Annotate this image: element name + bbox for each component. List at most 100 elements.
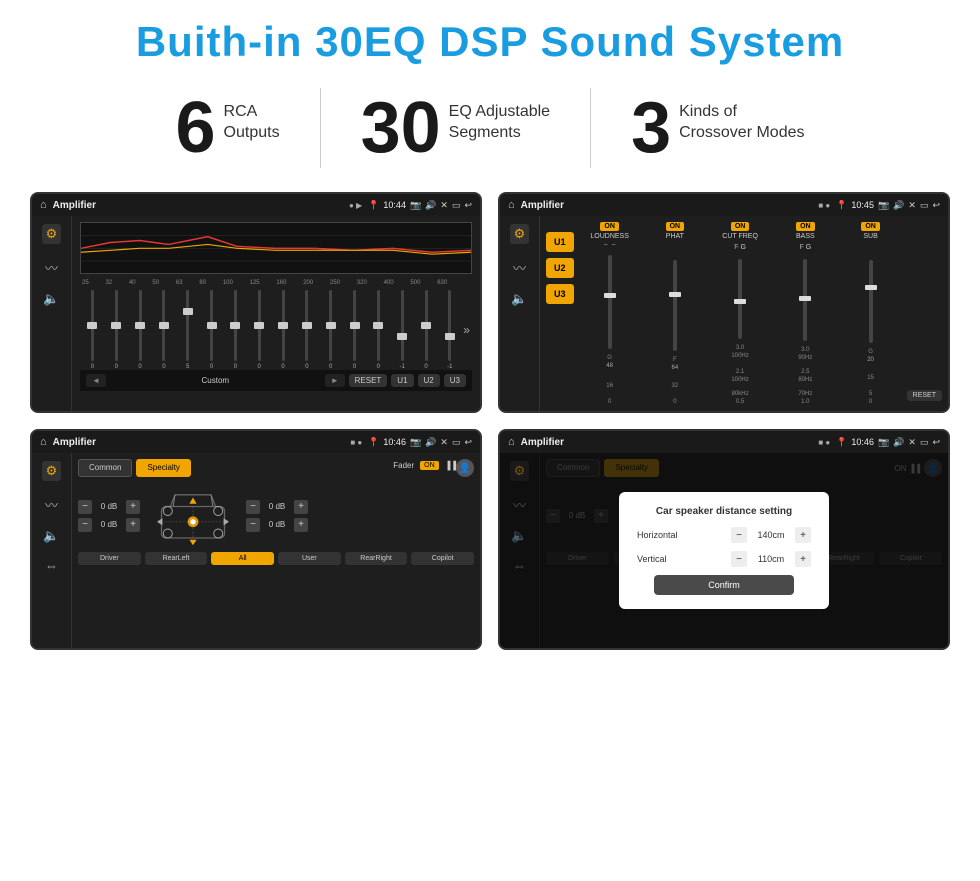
home-icon-specialty[interactable]: ⌂	[40, 436, 47, 448]
u3-button[interactable]: U3	[546, 284, 574, 304]
back-icon-dialog[interactable]: ↩	[932, 437, 940, 448]
amp-slider-loudness[interactable]	[608, 255, 612, 349]
eq-slider-8[interactable]: 0	[273, 290, 294, 370]
screen-specialty-title: Amplifier	[53, 437, 345, 448]
page-title: Buith-in 30EQ DSP Sound System	[30, 18, 950, 66]
user-button[interactable]: User	[278, 552, 341, 565]
eq-slider-13[interactable]: -1	[392, 290, 413, 370]
eq-slider-5[interactable]: 0	[201, 290, 222, 370]
amp-slider-cutfreq[interactable]	[738, 259, 742, 339]
volume-icon-amp: 🔊	[893, 200, 904, 211]
back-icon-specialty[interactable]: ↩	[464, 437, 472, 448]
eq-dot-icons: ● ▶	[349, 201, 362, 210]
screen-eq-content: ⚙ 〰 🔈	[32, 216, 480, 411]
dialog-vertical-minus[interactable]: −	[731, 551, 747, 567]
dialog-horizontal-label: Horizontal	[637, 530, 697, 540]
eq-reset-button[interactable]: RESET	[349, 374, 388, 387]
eq-slider-9[interactable]: 0	[296, 290, 317, 370]
amp-sidebar-icon-active[interactable]: ⚙	[510, 224, 530, 244]
copilot-button[interactable]: Copilot	[411, 552, 474, 565]
eq-u1-button[interactable]: U1	[391, 374, 413, 387]
screen-amp-title: Amplifier	[521, 200, 813, 211]
eq-slider-10[interactable]: 0	[320, 290, 341, 370]
speaker-layout: − 0 dB + − 0 dB +	[78, 483, 474, 548]
amp-slider-bass[interactable]	[803, 259, 807, 341]
fl-plus-button[interactable]: +	[126, 500, 140, 514]
u1-button[interactable]: U1	[546, 232, 574, 252]
eq-sidebar-icon-wave[interactable]: 〰	[45, 258, 58, 277]
amp-label-phat: PHAT	[666, 233, 684, 240]
dialog-vertical-stepper: − 110cm +	[731, 551, 811, 567]
location-icon-amp: 📍	[836, 200, 847, 211]
fader-on-badge[interactable]: ON	[420, 461, 439, 470]
camera-icon: 📷	[410, 200, 421, 211]
rearright-button[interactable]: RearRight	[345, 552, 408, 565]
amp-sidebar-icon-wave[interactable]: 〰	[513, 258, 526, 277]
amp-slider-phat[interactable]	[673, 260, 677, 351]
home-icon-dialog[interactable]: ⌂	[508, 436, 515, 448]
rr-minus-button[interactable]: −	[246, 518, 260, 532]
screenshots-grid: ⌂ Amplifier ● ▶ 📍 10:44 📷 🔊 ✕ ▭ ↩ ⚙ 〰 🔈	[30, 192, 950, 650]
specialty-sidebar-icon-active[interactable]: ⚙	[42, 461, 62, 481]
camera-icon-dialog: 📷	[878, 437, 889, 448]
specialty-sidebar-icon-wave[interactable]: 〰	[45, 495, 58, 514]
rearleft-button[interactable]: RearLeft	[145, 552, 208, 565]
fader-slider-mini[interactable]: ▐▐	[445, 461, 456, 470]
eq-prev-button[interactable]: ◄	[86, 374, 106, 387]
volume-icon: 🔊	[425, 200, 436, 211]
on-badge-sub[interactable]: ON	[861, 222, 880, 231]
amp-channel-sub: ON SUB G 20 15 5 0	[840, 222, 900, 405]
eq-slider-2[interactable]: 0	[130, 290, 151, 370]
on-badge-loudness[interactable]: ON	[600, 222, 619, 231]
eq-slider-1[interactable]: 0	[106, 290, 127, 370]
fr-minus-button[interactable]: −	[246, 500, 260, 514]
amp-slider-sub[interactable]	[869, 260, 873, 343]
back-icon[interactable]: ↩	[464, 200, 472, 211]
dialog-horizontal-plus[interactable]: +	[795, 527, 811, 543]
driver-button[interactable]: Driver	[78, 552, 141, 565]
eq-sidebar-icon-sound[interactable]: 🔈	[43, 291, 59, 307]
on-badge-bass[interactable]: ON	[796, 222, 815, 231]
back-icon-amp[interactable]: ↩	[932, 200, 940, 211]
u2-button[interactable]: U2	[546, 258, 574, 278]
profile-icon[interactable]: 👤	[456, 459, 474, 477]
on-badge-phat[interactable]: ON	[666, 222, 685, 231]
eq-slider-6[interactable]: 0	[225, 290, 246, 370]
rl-minus-button[interactable]: −	[78, 518, 92, 532]
eq-u2-button[interactable]: U2	[418, 374, 440, 387]
eq-slider-0[interactable]: 0	[82, 290, 103, 370]
eq-slider-15[interactable]: -1	[439, 290, 460, 370]
eq-slider-4[interactable]: 5	[177, 290, 198, 370]
rr-plus-button[interactable]: +	[294, 518, 308, 532]
eq-sidebar-icon-active[interactable]: ⚙	[42, 224, 62, 244]
screen-specialty: ⌂ Amplifier ■ ● 📍 10:46 📷 🔊 ✕ ▭ ↩ ⚙ 〰 🔈	[30, 429, 482, 650]
specialty-sidebar-icon-arrows[interactable]: ⇔	[45, 558, 58, 573]
eq-next-button[interactable]: ►	[325, 374, 345, 387]
screen-eq: ⌂ Amplifier ● ▶ 📍 10:44 📷 🔊 ✕ ▭ ↩ ⚙ 〰 🔈	[30, 192, 482, 413]
fl-minus-button[interactable]: −	[78, 500, 92, 514]
all-button[interactable]: All	[211, 552, 274, 565]
rr-vol-value: 0 dB	[263, 520, 291, 529]
specialty-sidebar-icon-sound[interactable]: 🔈	[43, 528, 59, 544]
confirm-button[interactable]: Confirm	[654, 575, 793, 595]
tab-specialty[interactable]: Specialty	[136, 459, 190, 477]
home-icon[interactable]: ⌂	[40, 199, 47, 211]
tab-common[interactable]: Common	[78, 459, 132, 477]
eq-slider-12[interactable]: 0	[368, 290, 389, 370]
amp-reset-button[interactable]: RESET	[907, 390, 942, 401]
eq-more-icon[interactable]: »	[463, 323, 470, 337]
eq-slider-11[interactable]: 0	[344, 290, 365, 370]
dialog-horizontal-minus[interactable]: −	[731, 527, 747, 543]
rl-plus-button[interactable]: +	[126, 518, 140, 532]
eq-u3-button[interactable]: U3	[444, 374, 466, 387]
fr-plus-button[interactable]: +	[294, 500, 308, 514]
dialog-horizontal-value: 140cm	[751, 530, 791, 540]
right-vol-group: − 0 dB + − 0 dB +	[246, 500, 308, 532]
amp-sidebar-icon-sound[interactable]: 🔈	[511, 291, 527, 307]
on-badge-cutfreq[interactable]: ON	[731, 222, 750, 231]
home-icon-amp[interactable]: ⌂	[508, 199, 515, 211]
dialog-vertical-plus[interactable]: +	[795, 551, 811, 567]
eq-slider-14[interactable]: 0	[416, 290, 437, 370]
eq-slider-3[interactable]: 0	[153, 290, 174, 370]
eq-slider-7[interactable]: 0	[249, 290, 270, 370]
